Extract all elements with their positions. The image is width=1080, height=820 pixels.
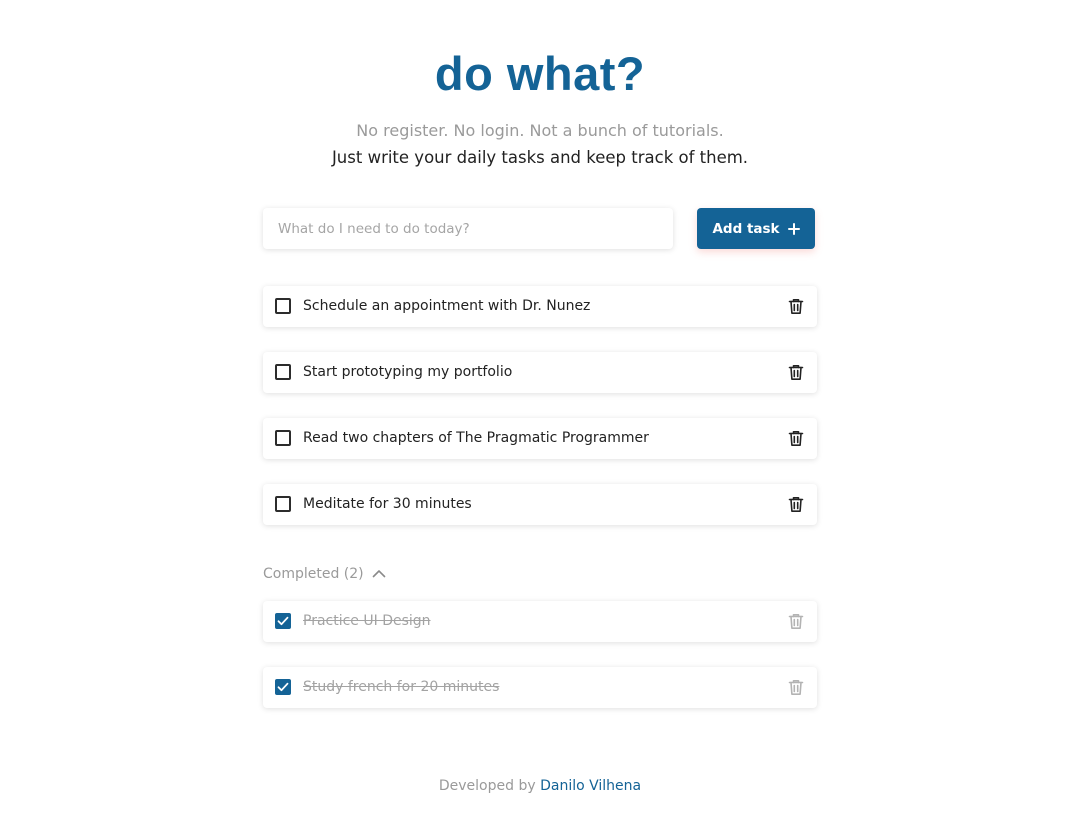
task-item: Meditate for 30 minutes (263, 484, 817, 525)
add-task-button[interactable]: Add task (697, 208, 815, 249)
trash-icon[interactable] (788, 679, 804, 696)
task-checkbox-checked[interactable] (275, 679, 291, 695)
completed-task-item: Study french for 20 minutes (263, 667, 817, 708)
chevron-up-icon (372, 566, 386, 582)
trash-icon[interactable] (788, 613, 804, 630)
task-label: Meditate for 30 minutes (303, 496, 472, 512)
app-title: do what? (434, 47, 646, 100)
task-item: Start prototyping my portfolio (263, 352, 817, 393)
task-label: Read two chapters of The Pragmatic Progr… (303, 430, 649, 446)
task-label: Schedule an appointment with Dr. Nunez (303, 298, 591, 314)
new-task-input[interactable] (263, 208, 673, 249)
trash-icon[interactable] (788, 364, 804, 381)
author-link[interactable]: Danilo Vilhena (540, 778, 641, 794)
tagline-main: Just write your daily tasks and keep tra… (331, 148, 749, 167)
completed-section-toggle[interactable]: Completed (2) (263, 566, 386, 582)
task-checkbox[interactable] (275, 496, 291, 512)
task-checkbox[interactable] (275, 430, 291, 446)
completed-task-label: Study french for 20 minutes (303, 679, 500, 695)
task-checkbox[interactable] (275, 364, 291, 380)
trash-icon[interactable] (788, 430, 804, 447)
task-item: Schedule an appointment with Dr. Nunez (263, 286, 817, 327)
trash-icon[interactable] (788, 298, 804, 315)
trash-icon[interactable] (788, 496, 804, 513)
tagline-muted: No register. No login. Not a bunch of tu… (356, 121, 724, 140)
completed-task-item: Practice UI Design (263, 601, 817, 642)
add-task-button-label: Add task (712, 220, 780, 237)
task-checkbox[interactable] (275, 298, 291, 314)
footer-prefix: Developed by (438, 778, 536, 794)
footer: Developed by Danilo Vilhena (0, 778, 1080, 794)
completed-task-label: Practice UI Design (303, 613, 431, 629)
task-checkbox-checked[interactable] (275, 613, 291, 629)
plus-icon (787, 222, 800, 235)
task-label: Start prototyping my portfolio (303, 364, 513, 380)
completed-section-label: Completed (2) (263, 566, 364, 582)
task-item: Read two chapters of The Pragmatic Progr… (263, 418, 817, 459)
